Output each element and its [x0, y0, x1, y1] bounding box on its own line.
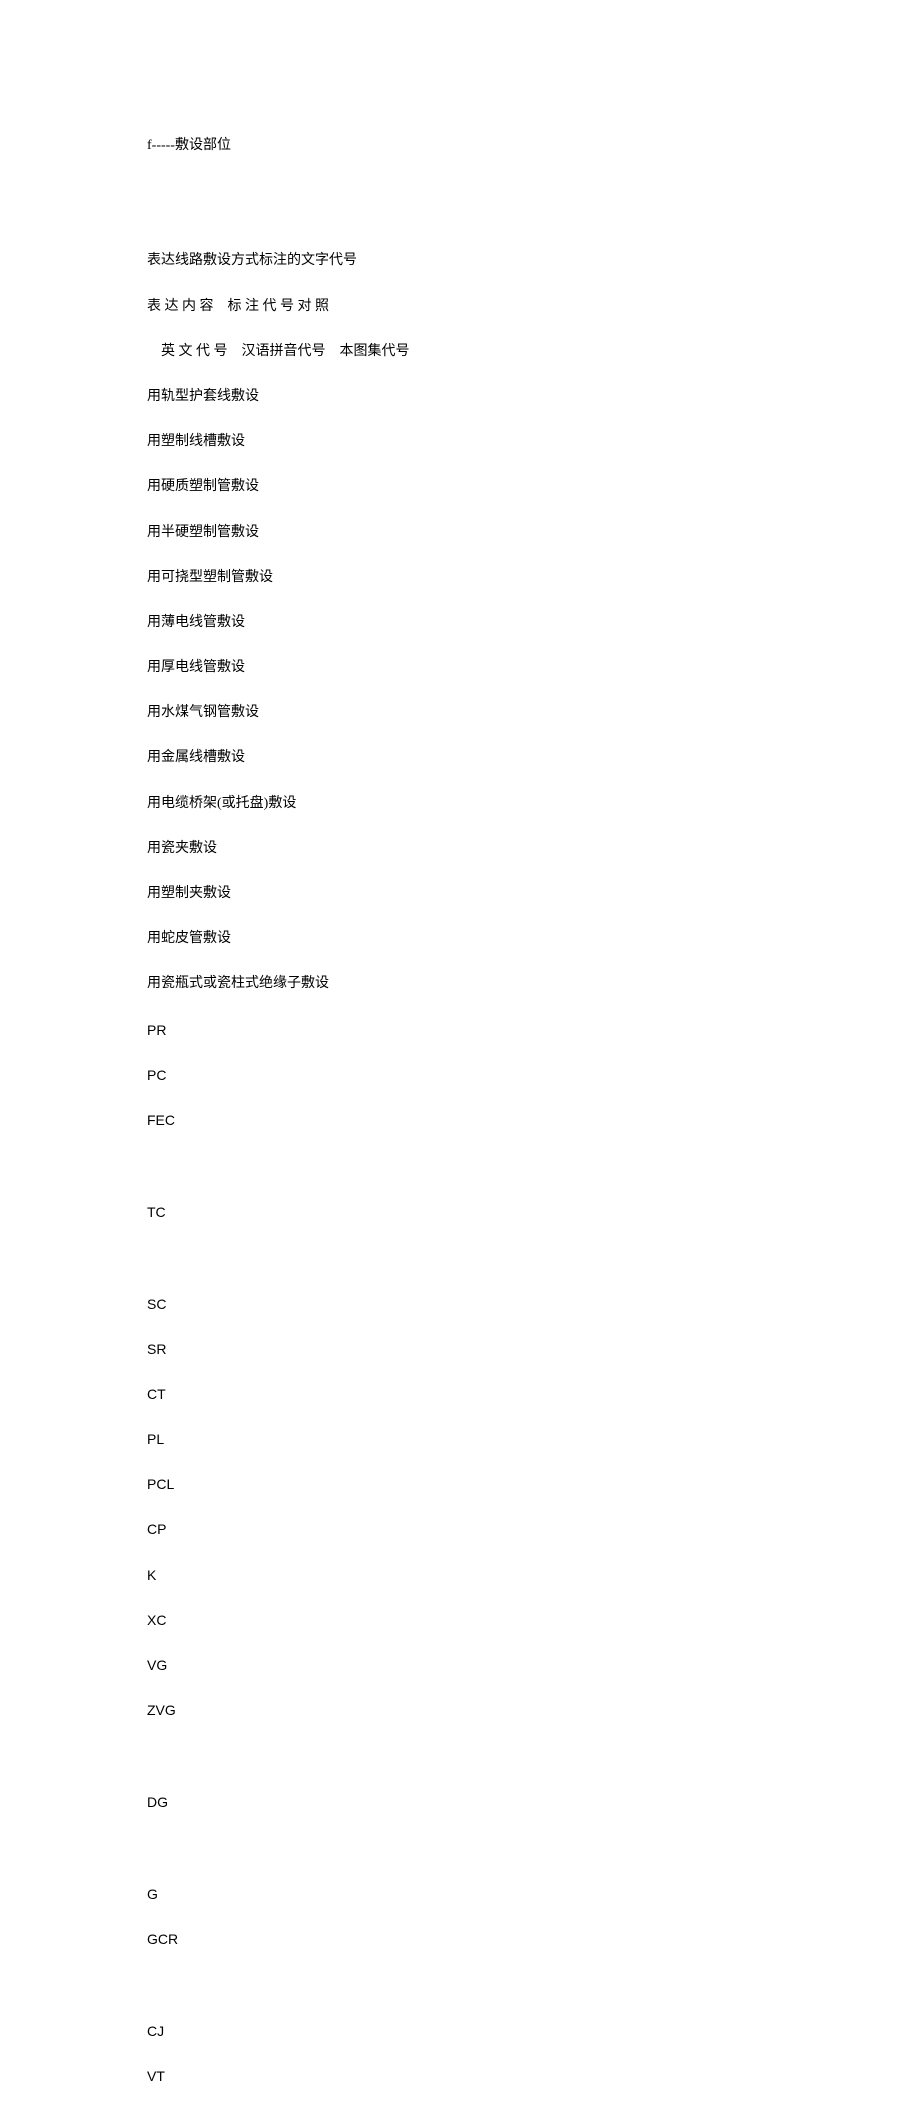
header-row-text: 表 达 内 容 标 注 代 号 对 照	[147, 299, 329, 314]
code-text: DG	[147, 1794, 168, 1810]
code-text: CJ	[147, 2023, 164, 2039]
code-line: CP	[147, 1518, 920, 1541]
subheader-text: 英 文 代 号 汉语拼音代号 本图集代号	[161, 344, 410, 359]
code-text: G	[147, 1886, 158, 1902]
code-line: ZVG	[147, 1699, 920, 1722]
code-line: PC	[147, 1064, 920, 1087]
description-line: 用塑制线槽敷设	[147, 431, 920, 454]
description-line: 用厚电线管敷设	[147, 657, 920, 680]
code-text: SC	[147, 1296, 166, 1312]
code-line: G	[147, 1883, 920, 1906]
desc-text: 用瓷瓶式或瓷柱式绝缘子敷设	[147, 976, 329, 991]
code-text: FEC	[147, 1112, 175, 1128]
code-line: PCL	[147, 1473, 920, 1496]
code-line: GCR	[147, 1928, 920, 1951]
code-text: VT	[147, 2068, 165, 2084]
code-text: VG	[147, 1657, 167, 1673]
desc-text: 用蛇皮管敷设	[147, 931, 231, 946]
code-text: PC	[147, 1067, 166, 1083]
description-line: 用轨型护套线敷设	[147, 386, 920, 409]
title-text: 表达线路敷设方式标注的文字代号	[147, 253, 357, 268]
description-line: 用瓷瓶式或瓷柱式绝缘子敷设	[147, 973, 920, 996]
code-text: PR	[147, 1022, 166, 1038]
code-line: CJ	[147, 2020, 920, 2043]
desc-text: 用塑制线槽敷设	[147, 434, 245, 449]
code-text: K	[147, 1567, 156, 1583]
header-line: f-----敷设部位	[147, 135, 920, 158]
desc-text: 用瓷夹敷设	[147, 841, 217, 856]
code-text: PCL	[147, 1476, 174, 1492]
description-line: 用蛇皮管敷设	[147, 928, 920, 951]
code-line: XC	[147, 1609, 920, 1632]
desc-text: 用硬质塑制管敷设	[147, 479, 259, 494]
code-line: K	[147, 1564, 920, 1587]
code-text: XC	[147, 1612, 166, 1628]
code-text: PL	[147, 1431, 164, 1447]
desc-text: 用水煤气钢管敷设	[147, 705, 259, 720]
title-line: 表达线路敷设方式标注的文字代号	[147, 250, 920, 273]
code-line: TC	[147, 1201, 920, 1224]
desc-text: 用可挠型塑制管敷设	[147, 570, 273, 585]
description-line: 用电缆桥架(或托盘)敷设	[147, 793, 920, 816]
header-row: 表 达 内 容 标 注 代 号 对 照	[147, 296, 920, 319]
desc-text: 用半硬塑制管敷设	[147, 525, 259, 540]
subheader-row: 英 文 代 号 汉语拼音代号 本图集代号	[147, 341, 920, 364]
desc-text: 用厚电线管敷设	[147, 660, 245, 675]
code-line: PR	[147, 1019, 920, 1042]
code-text: SR	[147, 1341, 166, 1357]
code-line: CT	[147, 1383, 920, 1406]
desc-text: 用塑制夹敷设	[147, 886, 231, 901]
description-line: 用硬质塑制管敷设	[147, 476, 920, 499]
code-line: VG	[147, 1654, 920, 1677]
code-line: VT	[147, 2065, 920, 2088]
code-text: GCR	[147, 1931, 178, 1947]
code-text: CP	[147, 1521, 166, 1537]
desc-text: 用电缆桥架(或托盘)敷设	[147, 796, 296, 811]
code-line: DG	[147, 1791, 920, 1814]
description-line: 用半硬塑制管敷设	[147, 522, 920, 545]
description-line: 用金属线槽敷设	[147, 747, 920, 770]
code-line: SR	[147, 1338, 920, 1361]
description-line: 用可挠型塑制管敷设	[147, 567, 920, 590]
description-line: 用瓷夹敷设	[147, 838, 920, 861]
code-line: FEC	[147, 1109, 920, 1132]
description-line: 用水煤气钢管敷设	[147, 702, 920, 725]
description-line: 用薄电线管敷设	[147, 612, 920, 635]
description-line: 用塑制夹敷设	[147, 883, 920, 906]
desc-text: 用金属线槽敷设	[147, 750, 245, 765]
desc-text: 用轨型护套线敷设	[147, 389, 259, 404]
document-body: f-----敷设部位 表达线路敷设方式标注的文字代号 表 达 内 容 标 注 代…	[147, 112, 920, 2110]
code-text: CT	[147, 1386, 166, 1402]
code-text: ZVG	[147, 1702, 176, 1718]
header-text: f-----敷设部位	[147, 138, 231, 153]
code-text: TC	[147, 1204, 166, 1220]
code-line: PL	[147, 1428, 920, 1451]
code-line: SC	[147, 1293, 920, 1316]
desc-text: 用薄电线管敷设	[147, 615, 245, 630]
